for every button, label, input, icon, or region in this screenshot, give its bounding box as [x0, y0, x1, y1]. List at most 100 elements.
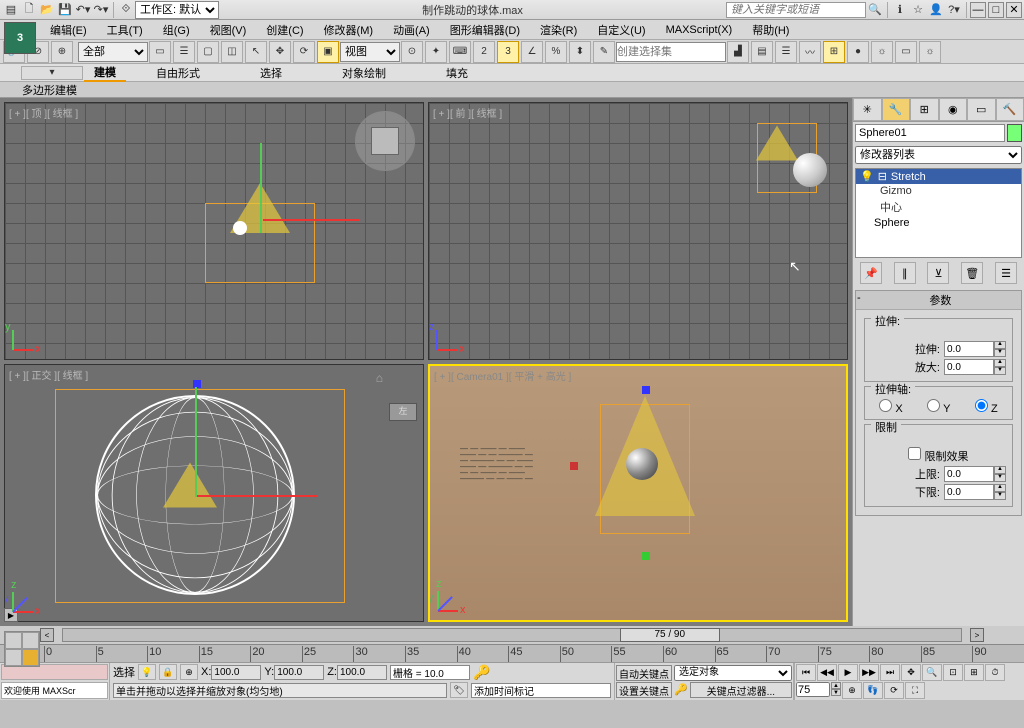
tab-objectpaint[interactable]: 对象绘制 — [312, 65, 416, 81]
menu-group[interactable]: 组(G) — [153, 22, 200, 38]
lock2-icon[interactable]: 🔒 — [159, 664, 177, 680]
nav-zoomall-icon[interactable]: ⊞ — [964, 664, 984, 681]
spinnersnap-icon[interactable]: ⬍ — [569, 41, 591, 63]
show-end-icon[interactable]: ∥ — [894, 262, 916, 284]
anglesnap-icon[interactable]: ∠ — [521, 41, 543, 63]
app-logo-icon[interactable]: 3 — [4, 22, 36, 54]
home-icon[interactable]: ⌂ — [376, 371, 383, 385]
configure-icon[interactable]: ☰ — [995, 262, 1017, 284]
polymodel-label[interactable]: 多边形建模 — [22, 82, 77, 98]
amplify-input[interactable] — [944, 359, 994, 375]
y-input[interactable] — [274, 665, 324, 680]
time-slider-track[interactable]: 75 / 90 — [62, 628, 962, 642]
axis-y-radio[interactable] — [927, 399, 940, 412]
select-object-icon[interactable]: ↖ — [245, 41, 267, 63]
maximize-button[interactable]: □ — [988, 2, 1004, 18]
render-frame-icon[interactable]: ▭ — [895, 41, 917, 63]
tab-modify-icon[interactable]: 🔧 — [882, 98, 911, 121]
prev-frame-icon[interactable]: ◀◀ — [817, 664, 837, 681]
next-frame-icon[interactable]: ▶▶ — [859, 664, 879, 681]
close-button[interactable]: ✕ — [1006, 2, 1022, 18]
align-icon[interactable]: ▤ — [751, 41, 773, 63]
viewport-layout-icon[interactable] — [4, 631, 40, 667]
keymode-select[interactable]: 选定对象 — [674, 665, 792, 681]
unique-icon[interactable]: ⊻ — [927, 262, 949, 284]
goto-start-icon[interactable]: ⏮ — [796, 664, 816, 681]
tab-utilities-icon[interactable]: 🔨 — [996, 98, 1024, 121]
menu-tools[interactable]: 工具(T) — [97, 22, 153, 38]
nav-walk-icon[interactable]: 👣 — [863, 682, 883, 699]
upper-input[interactable] — [944, 466, 994, 482]
modifier-list-select[interactable]: 修改器列表 — [855, 146, 1022, 164]
manip-icon[interactable]: ✦ — [425, 41, 447, 63]
time-slider-thumb[interactable]: 75 / 90 — [620, 628, 720, 642]
window-crossing-icon[interactable]: ◫ — [221, 41, 243, 63]
nav-maximize-icon[interactable]: ⛶ — [905, 682, 925, 699]
menu-animation[interactable]: 动画(A) — [383, 22, 440, 38]
undo-icon[interactable]: ↶▾ — [75, 2, 91, 18]
nav-orbit-icon[interactable]: ⊕ — [842, 682, 862, 699]
snap3d-icon[interactable]: 3 — [497, 41, 519, 63]
scale-tool-icon[interactable]: ▣ — [317, 41, 339, 63]
viewport-camera[interactable]: [ + ][ Camera01 ][ 平滑 + 高光 ] — — —— — ——… — [428, 364, 848, 622]
viewport-top[interactable]: [ + ][ 顶 ][ 线框 ] xy — [4, 102, 424, 360]
nav-rotate-icon[interactable]: ⟳ — [884, 682, 904, 699]
spinner-up-icon[interactable]: ▲ — [994, 341, 1006, 349]
keymode-icon[interactable]: ⌨ — [449, 41, 471, 63]
search-icon[interactable]: 🔍 — [867, 2, 883, 18]
refcoord-select[interactable]: 视图 — [340, 42, 400, 62]
selection-filter[interactable]: 全部 — [78, 42, 148, 62]
schematic-icon[interactable]: ⊞ — [823, 41, 845, 63]
workspace-select[interactable]: 工作区: 默认 — [135, 1, 219, 19]
timeconfig-icon[interactable]: ⏱ — [985, 664, 1005, 681]
z-input[interactable] — [337, 665, 387, 680]
menu-maxscript[interactable]: MAXScript(X) — [656, 24, 743, 36]
new-icon[interactable]: 🗋 — [21, 2, 37, 18]
menu-edit[interactable]: 编辑(E) — [40, 22, 97, 38]
pin-stack-icon[interactable]: 📌 — [860, 262, 882, 284]
play-icon[interactable]: ▶ — [838, 664, 858, 681]
curve-editor-icon[interactable]: 〰 — [799, 41, 821, 63]
signin-icon[interactable]: 👤 — [928, 2, 944, 18]
spinner-down-icon[interactable]: ▼ — [994, 349, 1006, 357]
tab-selection[interactable]: 选择 — [230, 65, 312, 81]
layers-icon[interactable]: ☰ — [775, 41, 797, 63]
mirror-icon[interactable]: ▟ — [727, 41, 749, 63]
timeslider-next-icon[interactable]: > — [970, 628, 984, 642]
autokey-button[interactable]: 自动关键点 — [616, 665, 672, 681]
search-input[interactable] — [726, 2, 866, 18]
select-region-icon[interactable]: ▢ — [197, 41, 219, 63]
viewport-ortho[interactable]: [ + ][ 正交 ][ 线框 ] ⌂ 左 xzy — [4, 364, 424, 622]
select-tool-icon[interactable]: ▭ — [149, 41, 171, 63]
redo-icon[interactable]: ↷▾ — [93, 2, 109, 18]
goto-end-icon[interactable]: ⏭ — [880, 664, 900, 681]
tab-create-icon[interactable]: ✳ — [853, 98, 882, 121]
limit-effect-check[interactable] — [908, 447, 921, 460]
abs-rel-icon[interactable]: ⊕ — [180, 664, 198, 680]
object-color-swatch[interactable] — [1007, 124, 1022, 142]
nav-fov-icon[interactable]: ⊡ — [943, 664, 963, 681]
editnamed-icon[interactable]: ✎ — [593, 41, 615, 63]
timeline-ruler[interactable]: 051015202530354045505560657075808590 — [44, 646, 1024, 662]
select-name-icon[interactable]: ☰ — [173, 41, 195, 63]
stretch-input[interactable] — [944, 341, 994, 357]
bind-tool-icon[interactable]: ⊕ — [51, 41, 73, 63]
tab-motion-icon[interactable]: ◉ — [939, 98, 968, 121]
link-icon[interactable]: ⟐ — [118, 2, 134, 18]
viewcube-icon[interactable] — [355, 111, 415, 171]
tab-freeform[interactable]: 自由形式 — [126, 65, 230, 81]
tab-modeling[interactable]: 建模 — [84, 64, 126, 82]
open-icon[interactable]: 📂 — [39, 2, 55, 18]
viewport-front[interactable]: [ + ][ 前 ][ 线框 ] ↖ xz — [428, 102, 848, 360]
lock-icon[interactable]: 💡 — [138, 664, 156, 680]
key-icon[interactable]: 🔑 — [473, 664, 490, 681]
minimize-button[interactable]: — — [970, 2, 986, 18]
save-icon[interactable]: 💾 — [57, 2, 73, 18]
keyfilter-button[interactable]: 关键点过滤器... — [690, 682, 792, 698]
tab-populate[interactable]: 填充 — [416, 65, 498, 81]
menu-customize[interactable]: 自定义(U) — [587, 22, 655, 38]
timetag-input[interactable] — [471, 683, 611, 698]
snap2d-icon[interactable]: 2 — [473, 41, 495, 63]
menu-grapheditors[interactable]: 图形编辑器(D) — [440, 22, 530, 38]
timeslider-prev-icon[interactable]: < — [40, 628, 54, 642]
